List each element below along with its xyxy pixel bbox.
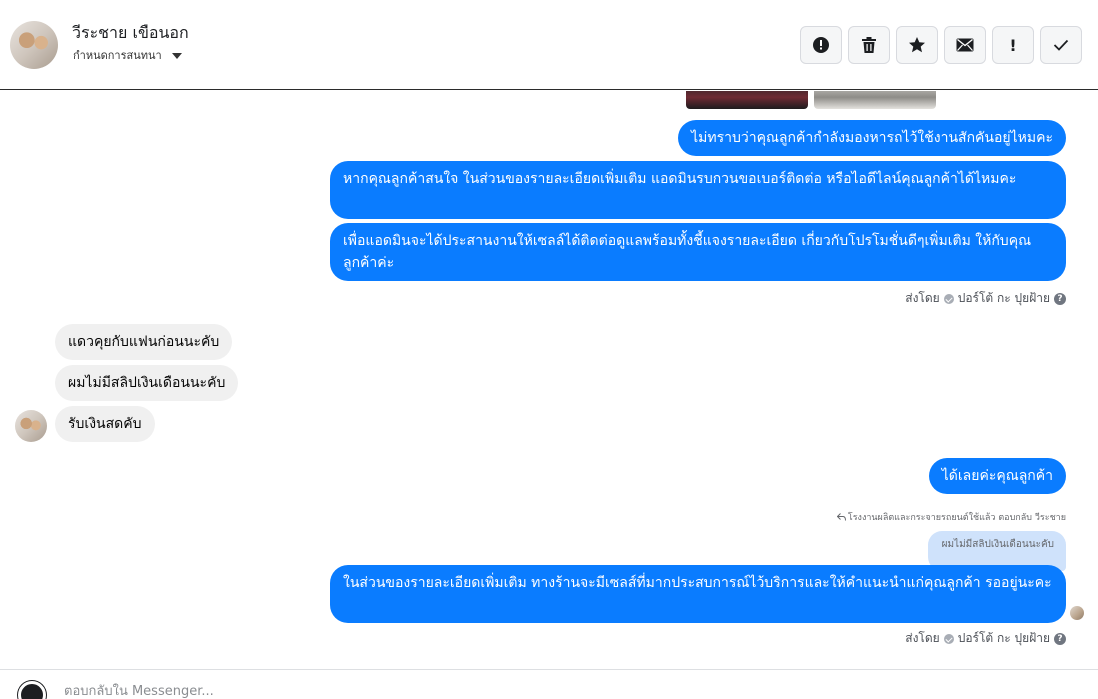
- seen-avatar: [1070, 606, 1084, 620]
- exclamation-icon: !: [1009, 35, 1017, 55]
- message-text: หากคุณลูกค้าสนใจ ในส่วนของรายละเอียดเพิ่…: [343, 171, 1017, 187]
- contact-name[interactable]: วีระชาย เขือนอก: [72, 21, 189, 46]
- sent-by-info: ส่งโดย ปอร์โต้ กะ ปุยฝ้าย ?: [905, 289, 1066, 308]
- help-icon[interactable]: ?: [1054, 632, 1066, 645]
- conversation-schedule-dropdown[interactable]: กำหนดการสนทนา: [73, 46, 182, 64]
- contact-avatar[interactable]: [10, 21, 58, 69]
- sent-by-info: ส่งโดย ปอร์โต้ กะ ปุยฝ้าย ?: [905, 629, 1066, 648]
- mark-unread-button[interactable]: [944, 26, 986, 64]
- message-text: เพื่อแอดมินจะได้ประสานงานให้เซลล์ได้ติดต…: [343, 233, 1032, 271]
- star-icon: [909, 37, 925, 53]
- message-text: รับเงินสดคับ: [68, 416, 142, 432]
- delete-button[interactable]: [848, 26, 890, 64]
- header-actions: !: [800, 26, 1082, 64]
- reply-note-text: โรงงานผลิตและกระจายรถยนต์ใช้แล้ว ตอบกลับ…: [847, 513, 1066, 523]
- sent-by-prefix: ส่งโดย: [905, 631, 940, 645]
- outgoing-message[interactable]: ไม่ทราบว่าคุณลูกค้ากำลังมองหารถไว้ใช้งาน…: [678, 120, 1066, 156]
- reply-input[interactable]: ตอบกลับใน Messenger...: [64, 680, 214, 699]
- caret-down-icon: [171, 52, 182, 59]
- follow-up-button[interactable]: !: [992, 26, 1034, 64]
- message-text: ผมไม่มีสลิปเงินเดือนนะคับ: [68, 375, 226, 391]
- report-spam-button[interactable]: [800, 26, 842, 64]
- alert-circle-icon: [813, 37, 829, 53]
- done-button[interactable]: [1040, 26, 1082, 64]
- reply-arrow-icon: [836, 513, 846, 521]
- verified-check-icon: [943, 633, 954, 644]
- conversation-schedule-label: กำหนดการสนทนา: [73, 49, 162, 62]
- star-button[interactable]: [896, 26, 938, 64]
- incoming-message[interactable]: รับเงินสดคับ: [55, 406, 155, 442]
- attached-photo[interactable]: [686, 91, 808, 109]
- message-text: ในส่วนของรายละเอียดเพิ่มเติม ทางร้านจะมี…: [343, 575, 1052, 591]
- reply-note: โรงงานผลิตและกระจายรถยนต์ใช้แล้ว ตอบกลับ…: [836, 510, 1066, 524]
- reply-composer[interactable]: ตอบกลับใน Messenger...: [0, 669, 1098, 699]
- sent-by-prefix: ส่งโดย: [905, 291, 940, 305]
- verified-check-icon: [943, 293, 954, 304]
- message-text: แดวคุยกับแฟนก่อนนะคับ: [68, 334, 220, 350]
- conversation-header: วีระชาย เขือนอก กำหนดการสนทนา !: [0, 0, 1098, 90]
- outgoing-message[interactable]: ได้เลยค่ะคุณลูกค้า: [928, 458, 1066, 494]
- sent-by-name: ปอร์โต้ กะ ปุยฝ้าย: [957, 291, 1050, 305]
- contact-avatar-small[interactable]: [15, 410, 47, 442]
- help-icon[interactable]: ?: [1054, 292, 1066, 305]
- envelope-icon: [956, 38, 974, 52]
- trash-icon: [862, 37, 876, 53]
- quoted-text: ผมไม่มีสลิปเงินเดือนนะคับ: [941, 539, 1054, 550]
- message-text: ได้เลยค่ะคุณลูกค้า: [941, 468, 1053, 484]
- attached-photo[interactable]: [814, 91, 936, 109]
- message-text: ไม่ทราบว่าคุณลูกค้ากำลังมองหารถไว้ใช้งาน…: [691, 130, 1053, 146]
- checkmark-icon: [1053, 39, 1069, 51]
- outgoing-message[interactable]: หากคุณลูกค้าสนใจ ในส่วนของรายละเอียดเพิ่…: [330, 161, 1066, 219]
- messenger-icon: [18, 681, 46, 699]
- message-thread[interactable]: ไม่ทราบว่าคุณลูกค้ากำลังมองหารถไว้ใช้งาน…: [0, 91, 1098, 669]
- incoming-message[interactable]: แดวคุยกับแฟนก่อนนะคับ: [55, 324, 233, 360]
- sent-by-name: ปอร์โต้ กะ ปุยฝ้าย: [957, 631, 1050, 645]
- outgoing-message[interactable]: เพื่อแอดมินจะได้ประสานงานให้เซลล์ได้ติดต…: [330, 223, 1066, 281]
- outgoing-message[interactable]: ในส่วนของรายละเอียดเพิ่มเติม ทางร้านจะมี…: [330, 565, 1066, 623]
- incoming-message[interactable]: ผมไม่มีสลิปเงินเดือนนะคับ: [55, 365, 239, 401]
